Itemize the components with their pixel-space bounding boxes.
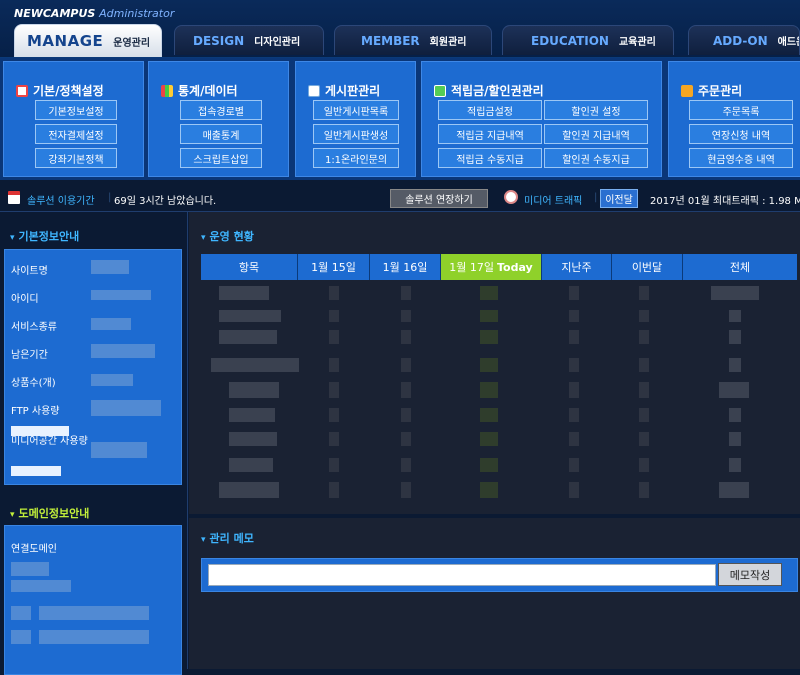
- status-bar: 솔루션 이용기간 | 69일 3시간 남았습니다. 솔루션 연장하기 미디어 트…: [0, 185, 800, 212]
- ftp-usage-bar: [11, 426, 69, 436]
- home-icon: [16, 84, 28, 97]
- info-service-type: 서비스종류: [11, 322, 57, 333]
- chevron-down-icon: ▾: [201, 535, 206, 545]
- info-ftp-usage: FTP 사용량: [11, 406, 60, 417]
- info-remaining: 남은기간: [11, 350, 48, 361]
- menu-points-history[interactable]: 적립금 지급내역: [438, 124, 542, 144]
- col-jan15: 1월 15일: [298, 254, 370, 280]
- menu-board-list[interactable]: 일반게시판목록: [313, 100, 399, 120]
- info-user-id: 아이디: [11, 294, 39, 305]
- info-site-name: 사이트명: [11, 266, 48, 277]
- basic-info-title: ▾ 기본정보안내: [10, 230, 80, 243]
- menu-board-create[interactable]: 일반게시판생성: [313, 124, 399, 144]
- panel-board: 게시판관리 일반게시판목록 일반게시판생성 1:1온라인문의: [295, 61, 416, 177]
- calendar-icon: [8, 191, 20, 204]
- menu-points-settings[interactable]: 적립금설정: [438, 100, 542, 120]
- extend-solution-button[interactable]: 솔루션 연장하기: [390, 189, 488, 208]
- traffic-text: 2017년 01월 최대트래픽 : 1.98 Mb: [650, 196, 800, 207]
- panel-basic-policy: 기본/정책설정 기본정보설정 전자결제설정 강좌기본정책: [3, 61, 144, 177]
- chevron-down-icon: ▾: [10, 233, 15, 243]
- menu-script-insert[interactable]: 스크립트삽입: [180, 148, 262, 168]
- order-icon: [681, 84, 693, 97]
- menu-course-policy[interactable]: 강좌기본정책: [35, 148, 117, 168]
- chevron-down-icon: ▾: [10, 510, 15, 520]
- memo-box: 메모작성: [201, 558, 798, 592]
- menu-payment-settings[interactable]: 전자결제설정: [35, 124, 117, 144]
- menu-coupon-manual[interactable]: 할인권 수동지급: [544, 148, 648, 168]
- col-this-month: 이번달: [612, 254, 683, 280]
- panel-orders: 주문관리 주문목록 연장신청 내역 현금영수증 내역: [668, 61, 800, 177]
- period-label: 솔루션 이용기간: [27, 196, 95, 207]
- section-divider: [189, 514, 800, 518]
- ops-status-title: ▾ 운영 현황: [201, 230, 254, 243]
- menu-coupon-settings[interactable]: 할인권 설정: [544, 100, 648, 120]
- media-traffic-label: 미디어 트래픽: [524, 196, 583, 207]
- panel-points-coupons: 적립금/할인권관리 적립금설정 할인권 설정 적립금 지급내역 할인권 지급내역…: [421, 61, 662, 177]
- write-memo-button[interactable]: 메모작성: [718, 563, 782, 586]
- menu-online-inquiry[interactable]: 1:1온라인문의: [313, 148, 399, 168]
- brand-logo: NEWCAMPUS Administrator: [14, 7, 175, 20]
- col-total: 전체: [683, 254, 797, 280]
- top-header: NEWCAMPUS Administrator MANAGE 운영관리 DESIG…: [0, 0, 800, 58]
- tab-addon[interactable]: ADD-ON애드온: [688, 25, 800, 55]
- menu-basic-info[interactable]: 기본정보설정: [35, 100, 117, 120]
- connected-domain-label: 연결도메인: [11, 544, 57, 555]
- period-value: 69일 3시간 남았습니다.: [114, 196, 217, 207]
- chevron-down-icon: ▾: [201, 233, 206, 243]
- col-last-week: 지난주: [542, 254, 612, 280]
- col-item: 항목: [201, 254, 298, 280]
- info-product-count: 상품수(개): [11, 378, 56, 389]
- menu-cash-receipt[interactable]: 현금영수증 내역: [689, 148, 793, 168]
- tab-member[interactable]: MEMBER 회원관리: [334, 25, 492, 55]
- tab-manage[interactable]: MANAGE 운영관리: [14, 24, 162, 57]
- memo-title: ▾ 관리 메모: [201, 532, 254, 545]
- info-media-usage: 미디어공간 사용량: [11, 436, 88, 447]
- menu-order-list[interactable]: 주문목록: [689, 100, 793, 120]
- panel-statistics: 통계/데이터 접속경로별 매출통계 스크립트삽입: [148, 61, 289, 177]
- memo-input[interactable]: [208, 564, 716, 586]
- left-sidebar: ▾ 기본정보안내 사이트명 아이디 서비스종류 남은기간 상품수(개) FTP 사…: [0, 212, 188, 675]
- menu-sales-stats[interactable]: 매출통계: [180, 124, 262, 144]
- menu-extension-history[interactable]: 연장신청 내역: [689, 124, 793, 144]
- main-content: ▾ 운영 현황 항목 1월 15일 1월 16일 1월 17일 Today 지난주 …: [189, 212, 800, 669]
- menu-points-manual[interactable]: 적립금 수동지급: [438, 148, 542, 168]
- col-today: 1월 17일 Today: [441, 254, 542, 280]
- basic-info-box: 사이트명 아이디 서비스종류 남은기간 상품수(개) FTP 사용량 미디어공간…: [4, 249, 182, 485]
- clock-icon: [504, 190, 518, 204]
- tab-education[interactable]: EDUCATION 교육관리: [502, 25, 674, 55]
- submenu-band: 기본/정책설정 기본정보설정 전자결제설정 강좌기본정책 통계/데이터 접속경로…: [0, 58, 800, 180]
- tab-design[interactable]: DESIGN 디자인관리: [174, 25, 324, 55]
- col-jan16: 1월 16일: [370, 254, 441, 280]
- coupon-icon: [434, 84, 446, 97]
- domain-info-title: ▾ 도메인정보안내: [10, 507, 90, 520]
- domain-info-box: 연결도메인: [4, 525, 182, 675]
- menu-coupon-history[interactable]: 할인권 지급내역: [544, 124, 648, 144]
- prev-month-button[interactable]: 이전달: [600, 189, 638, 208]
- chart-icon: [161, 84, 173, 97]
- media-usage-bar: [11, 466, 61, 476]
- document-icon: [308, 84, 320, 97]
- menu-access-path[interactable]: 접속경로별: [180, 100, 262, 120]
